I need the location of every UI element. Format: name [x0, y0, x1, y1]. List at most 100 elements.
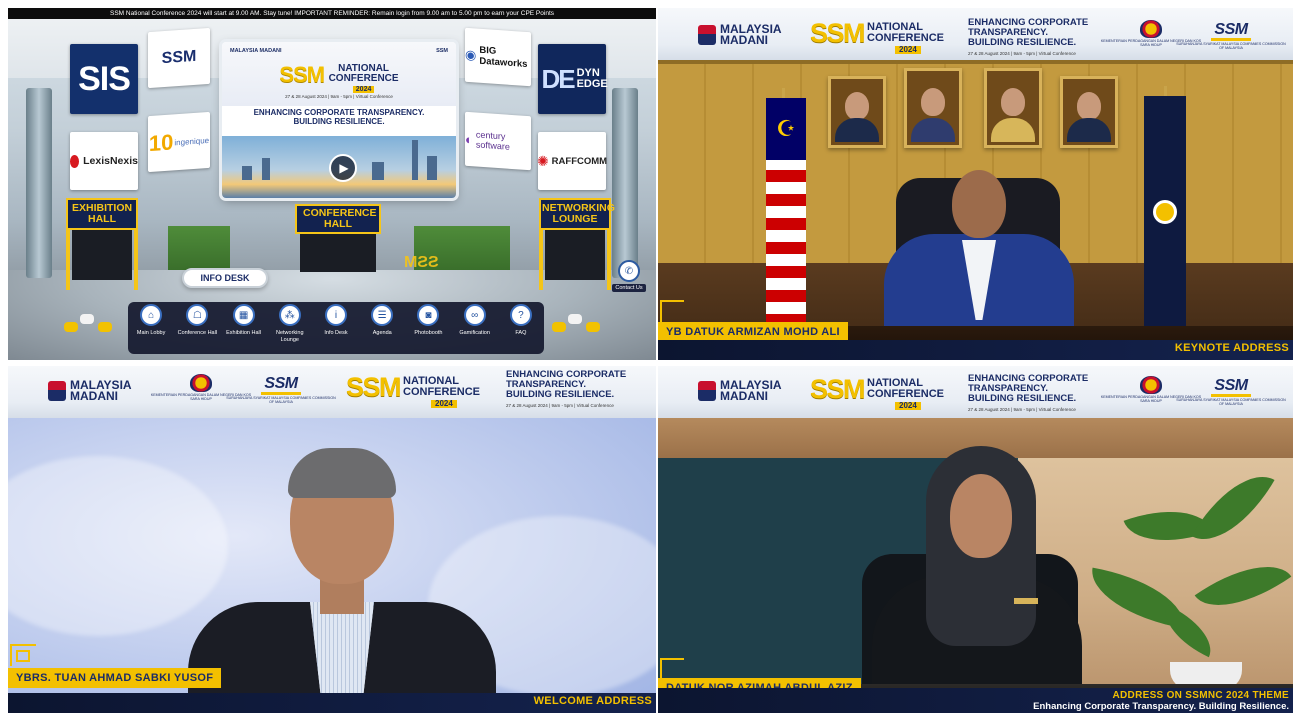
networking-lounge-door[interactable] [545, 228, 605, 280]
sponsor-bigdataworks[interactable]: ◉ BIG Dataworks [465, 27, 531, 87]
portrait-body [1067, 118, 1111, 142]
welcome-video-panel: MALAYSIA MADANI KEMENTERIAN PERDAGANGAN D… [8, 366, 656, 713]
lounge-seat [98, 322, 112, 332]
portrait-face [845, 92, 869, 120]
nav-label: FAQ [515, 330, 527, 336]
screen-ssm-wordmark: SSM [279, 62, 325, 87]
nav-label: Photobooth [414, 330, 443, 336]
play-button[interactable]: ▶ [329, 154, 357, 182]
portrait-body [911, 118, 955, 142]
nav-info-desk[interactable]: i Info Desk [314, 304, 358, 337]
ssm-logo-mark: SSM [1211, 22, 1251, 41]
lounge-seat [80, 314, 94, 324]
contact-icon: ✆ [618, 260, 640, 282]
ministry-crest-icon [190, 374, 212, 392]
nav-exhibition-hall[interactable]: ▦ Exhibition Hall [222, 304, 266, 337]
sponsor-ten-mark: 10 [148, 129, 174, 157]
conference-hall-door[interactable] [300, 232, 376, 272]
conference-hall-label: CONFERENCE HALL [303, 206, 377, 230]
conference-title-line2: CONFERENCE [867, 32, 945, 44]
nav-photobooth[interactable]: ◙ Photobooth [406, 304, 450, 337]
screen-conference-title: NATIONAL CONFERENCE 2024 [329, 64, 399, 94]
networking-lounge-sign[interactable]: NETWORKING LOUNGE [539, 198, 615, 230]
info-icon: i [324, 304, 347, 326]
ssm-org-name: SURUHANJAYA SYARIKAT MALAYSIA COMPANIES … [1176, 42, 1286, 51]
name-frame-corner [660, 658, 684, 678]
announcement-ticker: SSM National Conference 2024 will start … [8, 8, 656, 19]
ssm-logo: SSM SURUHANJAYA SYARIKAT MALAYSIA COMPAN… [1176, 378, 1286, 407]
lobby-pillar [26, 88, 52, 278]
sponsor-ssm[interactable]: SSM [148, 27, 210, 89]
sponsor-dynedge[interactable]: DE DYN EDGE [538, 44, 608, 114]
sponsor-lexisnexis[interactable]: LexisNexis [70, 132, 138, 190]
skyline-building [372, 162, 384, 180]
ssm-wordmark: SSM [810, 374, 866, 404]
screen-title-line2: CONFERENCE [328, 73, 399, 84]
banner-theme: ENHANCING CORPORATE TRANSPARENCY. BUILDI… [968, 374, 1088, 404]
nav-conference-hall[interactable]: ☖ Conference Hall [175, 304, 219, 337]
conference-year: 2024 [431, 400, 457, 408]
game-icon: ∞ [463, 304, 486, 326]
ssm-logo: SSM SURUHANJAYA SYARIKAT MALAYSIA COMPAN… [1176, 22, 1286, 51]
screen-subtitle: 27 & 28 August 2024 | 9am - 5pm | Virtua… [285, 94, 393, 99]
conference-year: 2024 [895, 402, 921, 410]
madani-mark-icon [698, 25, 716, 46]
portrait-frame [1060, 76, 1118, 148]
malaysia-flag: ☪ [766, 98, 806, 328]
nav-main-lobby[interactable]: ⌂ Main Lobby [129, 304, 173, 337]
sponsor-ingenique[interactable]: 10 ingenique [148, 111, 210, 173]
floor-ssm-logo: SSM [404, 254, 439, 271]
contact-us-label: Contact Us [612, 284, 646, 292]
sponsor-lexisnexis-label: LexisNexis [83, 155, 138, 167]
nav-label: Info Desk [324, 330, 348, 336]
info-desk[interactable]: INFO DESK [182, 268, 268, 288]
conference-title-line2: CONFERENCE [867, 388, 945, 400]
portrait-face [921, 88, 945, 116]
speaker-face [950, 474, 1012, 558]
portrait-face [1077, 92, 1101, 120]
sponsor-sis-label: SIS [78, 59, 131, 98]
ministry-flag [1144, 96, 1186, 328]
home-icon: ⌂ [140, 304, 163, 326]
exhibition-hall-door[interactable] [72, 228, 132, 280]
banner-date: 27 & 28 August 2024 | 9am - 5pm | Virtua… [506, 403, 614, 408]
portrait-frame [984, 68, 1042, 148]
screen-ssm-logo: SSM [436, 48, 448, 54]
green-wall [168, 226, 230, 270]
speaker-name-tag: YB DATUK ARMIZAN MOHD ALI [658, 322, 848, 342]
ssm-conference-logo: SSM NATIONAL CONFERENCE 2024 [810, 20, 944, 55]
exhibition-hall-sign[interactable]: EXHIBITION HALL [66, 198, 138, 230]
sponsor-century-software[interactable]: ◐ century software [465, 111, 531, 171]
nav-networking-lounge[interactable]: ⁂ Networking Lounge [268, 304, 312, 343]
networking-lounge-label: NETWORKING LOUNGE [542, 201, 615, 225]
sponsor-sis[interactable]: SIS [70, 44, 138, 114]
sponsor-ingenique-label: ingenique [174, 135, 210, 147]
keynote-video-panel: ☪ MALAYSIA MADANI SSM NATIONAL CONFERENCE 2… [658, 8, 1293, 360]
nav-agenda[interactable]: ☰ Agenda [360, 304, 404, 337]
contact-us-button[interactable]: ✆ Contact Us [612, 260, 646, 302]
ministry-crest-icon [1140, 376, 1162, 394]
nav-label: Agenda [372, 330, 392, 336]
malaysia-madani-logo: MALAYSIA MADANI [48, 379, 132, 403]
conference-hall-sign[interactable]: CONFERENCE HALL [295, 204, 381, 234]
sponsor-raffcomm[interactable]: ✺ RAFFCOMM [537, 132, 608, 190]
sponsor-raffcomm-label: RAFFCOMM [551, 155, 608, 167]
nav-faq[interactable]: ? FAQ [499, 304, 543, 337]
screen-year: 2024 [352, 86, 375, 93]
nav-label: Exhibition Hall [226, 330, 261, 336]
dynedge-logo-icon: DE [541, 64, 575, 94]
session-subcaption: Enhancing Corporate Transparency. Buildi… [1033, 701, 1289, 712]
nav-gamification[interactable]: ∞ Gamification [453, 304, 497, 337]
sponsor-ssm-label: SSM [161, 47, 197, 68]
exhibition-hall-label: EXHIBITION HALL [72, 201, 133, 225]
screen-theme-line2: BUILDING RESILIENCE. [293, 117, 385, 127]
banner-date: 27 & 28 August 2024 | 9am - 5pm | Virtua… [968, 407, 1076, 412]
portrait-face [1001, 88, 1025, 116]
ministry-crest-icon [1140, 20, 1162, 38]
wall-trim [658, 60, 1293, 64]
main-video-screen[interactable]: MALAYSIA MADANI SSM SSM NATIONAL CONFERE… [222, 42, 456, 198]
network-icon: ⁂ [278, 304, 301, 326]
skyline-tower [412, 140, 418, 180]
banner-date: 27 & 28 August 2024 | 9am - 5pm | Virtua… [968, 51, 1076, 56]
lounge-seat [552, 322, 566, 332]
